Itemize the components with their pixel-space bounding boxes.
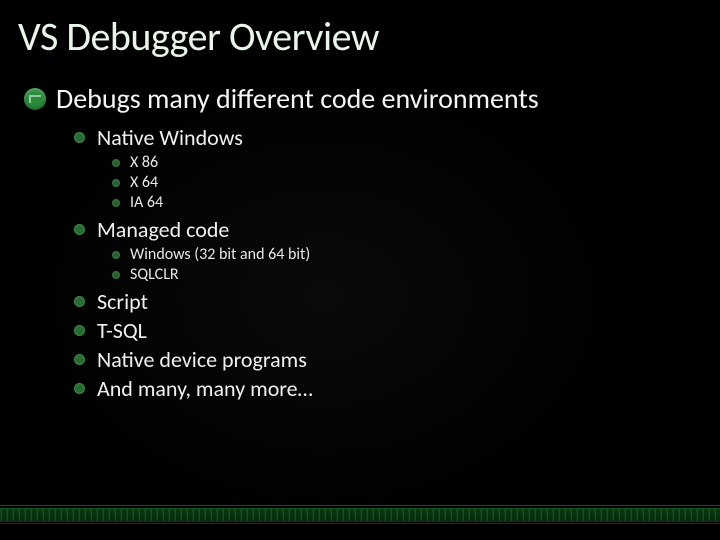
bullet-level2: And many, many more… (0, 375, 720, 402)
bullet-level3: X 64 (0, 173, 720, 192)
disc-bullet-icon (74, 383, 85, 394)
disc-bullet-icon (74, 325, 85, 336)
globe-bullet-icon (24, 88, 46, 110)
bullet-level2: Managed code (0, 216, 720, 243)
bullet-text: Native Windows (97, 124, 243, 151)
bullet-level2: Native Windows (0, 124, 720, 151)
disc-bullet-icon (74, 296, 85, 307)
disc-bullet-icon (74, 132, 85, 143)
bullet-text: X 64 (130, 173, 158, 192)
bullet-level2: Native device programs (0, 346, 720, 373)
footer-rule (0, 505, 720, 506)
bullet-level2: Script (0, 288, 720, 315)
dot-bullet-icon (112, 159, 120, 167)
dot-bullet-icon (112, 271, 120, 279)
slide-content: Debugs many different code environments … (0, 81, 720, 402)
bullet-text: T-SQL (97, 317, 147, 344)
bullet-text: Native device programs (97, 346, 307, 373)
bullet-level1: Debugs many different code environments (0, 81, 720, 116)
bullet-level3: X 86 (0, 153, 720, 172)
dot-bullet-icon (112, 251, 120, 259)
dot-bullet-icon (112, 179, 120, 187)
footer-decor-stripe (0, 508, 720, 522)
bullet-level3: Windows (32 bit and 64 bit) (0, 245, 720, 264)
bullet-text: SQLCLR (130, 265, 179, 284)
bullet-text: IA 64 (130, 193, 163, 212)
bullet-level3: IA 64 (0, 193, 720, 212)
bullet-text: Debugs many different code environments (56, 81, 539, 116)
disc-bullet-icon (74, 224, 85, 235)
disc-bullet-icon (74, 354, 85, 365)
bullet-level3: SQLCLR (0, 265, 720, 284)
bullet-text: X 86 (130, 153, 158, 172)
bullet-level2: T-SQL (0, 317, 720, 344)
bullet-text: Script (97, 288, 148, 315)
bullet-text: And many, many more… (97, 375, 313, 402)
bullet-text: Windows (32 bit and 64 bit) (130, 245, 310, 264)
dot-bullet-icon (112, 199, 120, 207)
footer-rule (0, 523, 720, 524)
bullet-text: Managed code (97, 216, 229, 243)
slide-title: VS Debugger Overview (0, 0, 720, 81)
